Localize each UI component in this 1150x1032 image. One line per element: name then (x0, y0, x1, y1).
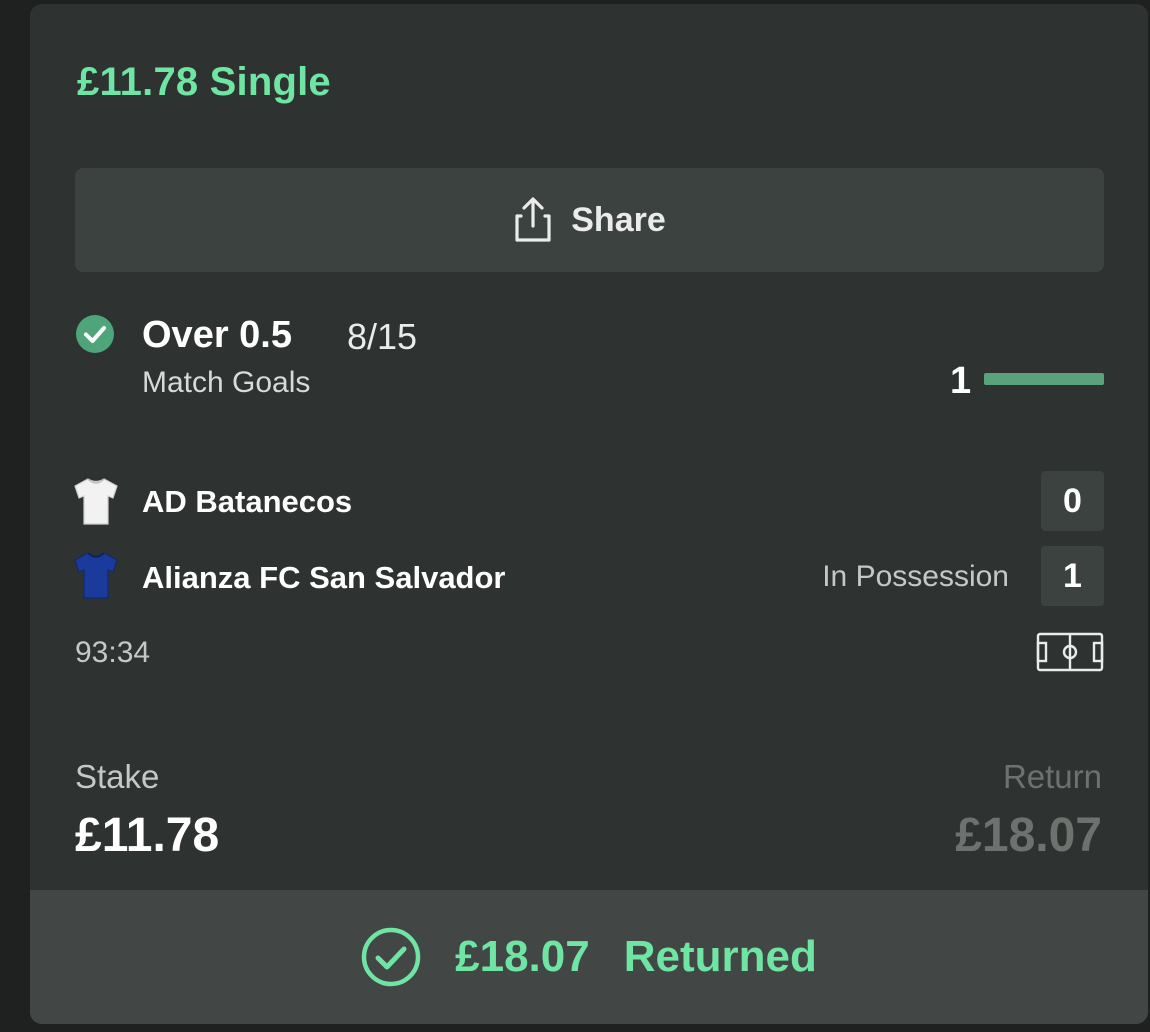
away-shirt-icon (74, 552, 118, 599)
share-icon (515, 197, 551, 242)
match-clock: 93:34 (75, 636, 151, 669)
pitch-icon[interactable] (1036, 632, 1104, 672)
home-shirt-icon (74, 478, 118, 525)
share-button[interactable]: Share (75, 168, 1104, 272)
bet-title: £11.78 Single (77, 60, 331, 104)
home-score: 0 (1041, 471, 1104, 531)
return-label: Return (1002, 758, 1102, 795)
stake-value: £11.78 (75, 809, 220, 862)
selection-name: Over 0.5 (142, 314, 292, 356)
check-circle-icon (76, 315, 114, 353)
returned-banner: £18.07 Returned (30, 890, 1148, 1024)
returned-check-icon (361, 927, 421, 987)
returned-amount: £18.07 (455, 932, 590, 981)
away-score: 1 (1041, 546, 1104, 606)
away-team-name: Alianza FC San Salvador (142, 560, 506, 595)
stake-label: Stake (75, 758, 160, 795)
market-name: Match Goals (142, 366, 311, 399)
return-value: £18.07 (955, 809, 1102, 862)
home-team-name: AD Batanecos (142, 484, 353, 519)
possession-indicator: In Possession (822, 560, 1009, 593)
goal-count: 1 (950, 360, 972, 402)
bet-card: £11.78 Single Share Over 0.5 8/15 Match … (30, 4, 1148, 1024)
share-label: Share (571, 200, 666, 239)
goal-progress-bar (984, 373, 1104, 385)
selection-odds: 8/15 (347, 316, 418, 357)
returned-status: Returned (623, 932, 817, 981)
